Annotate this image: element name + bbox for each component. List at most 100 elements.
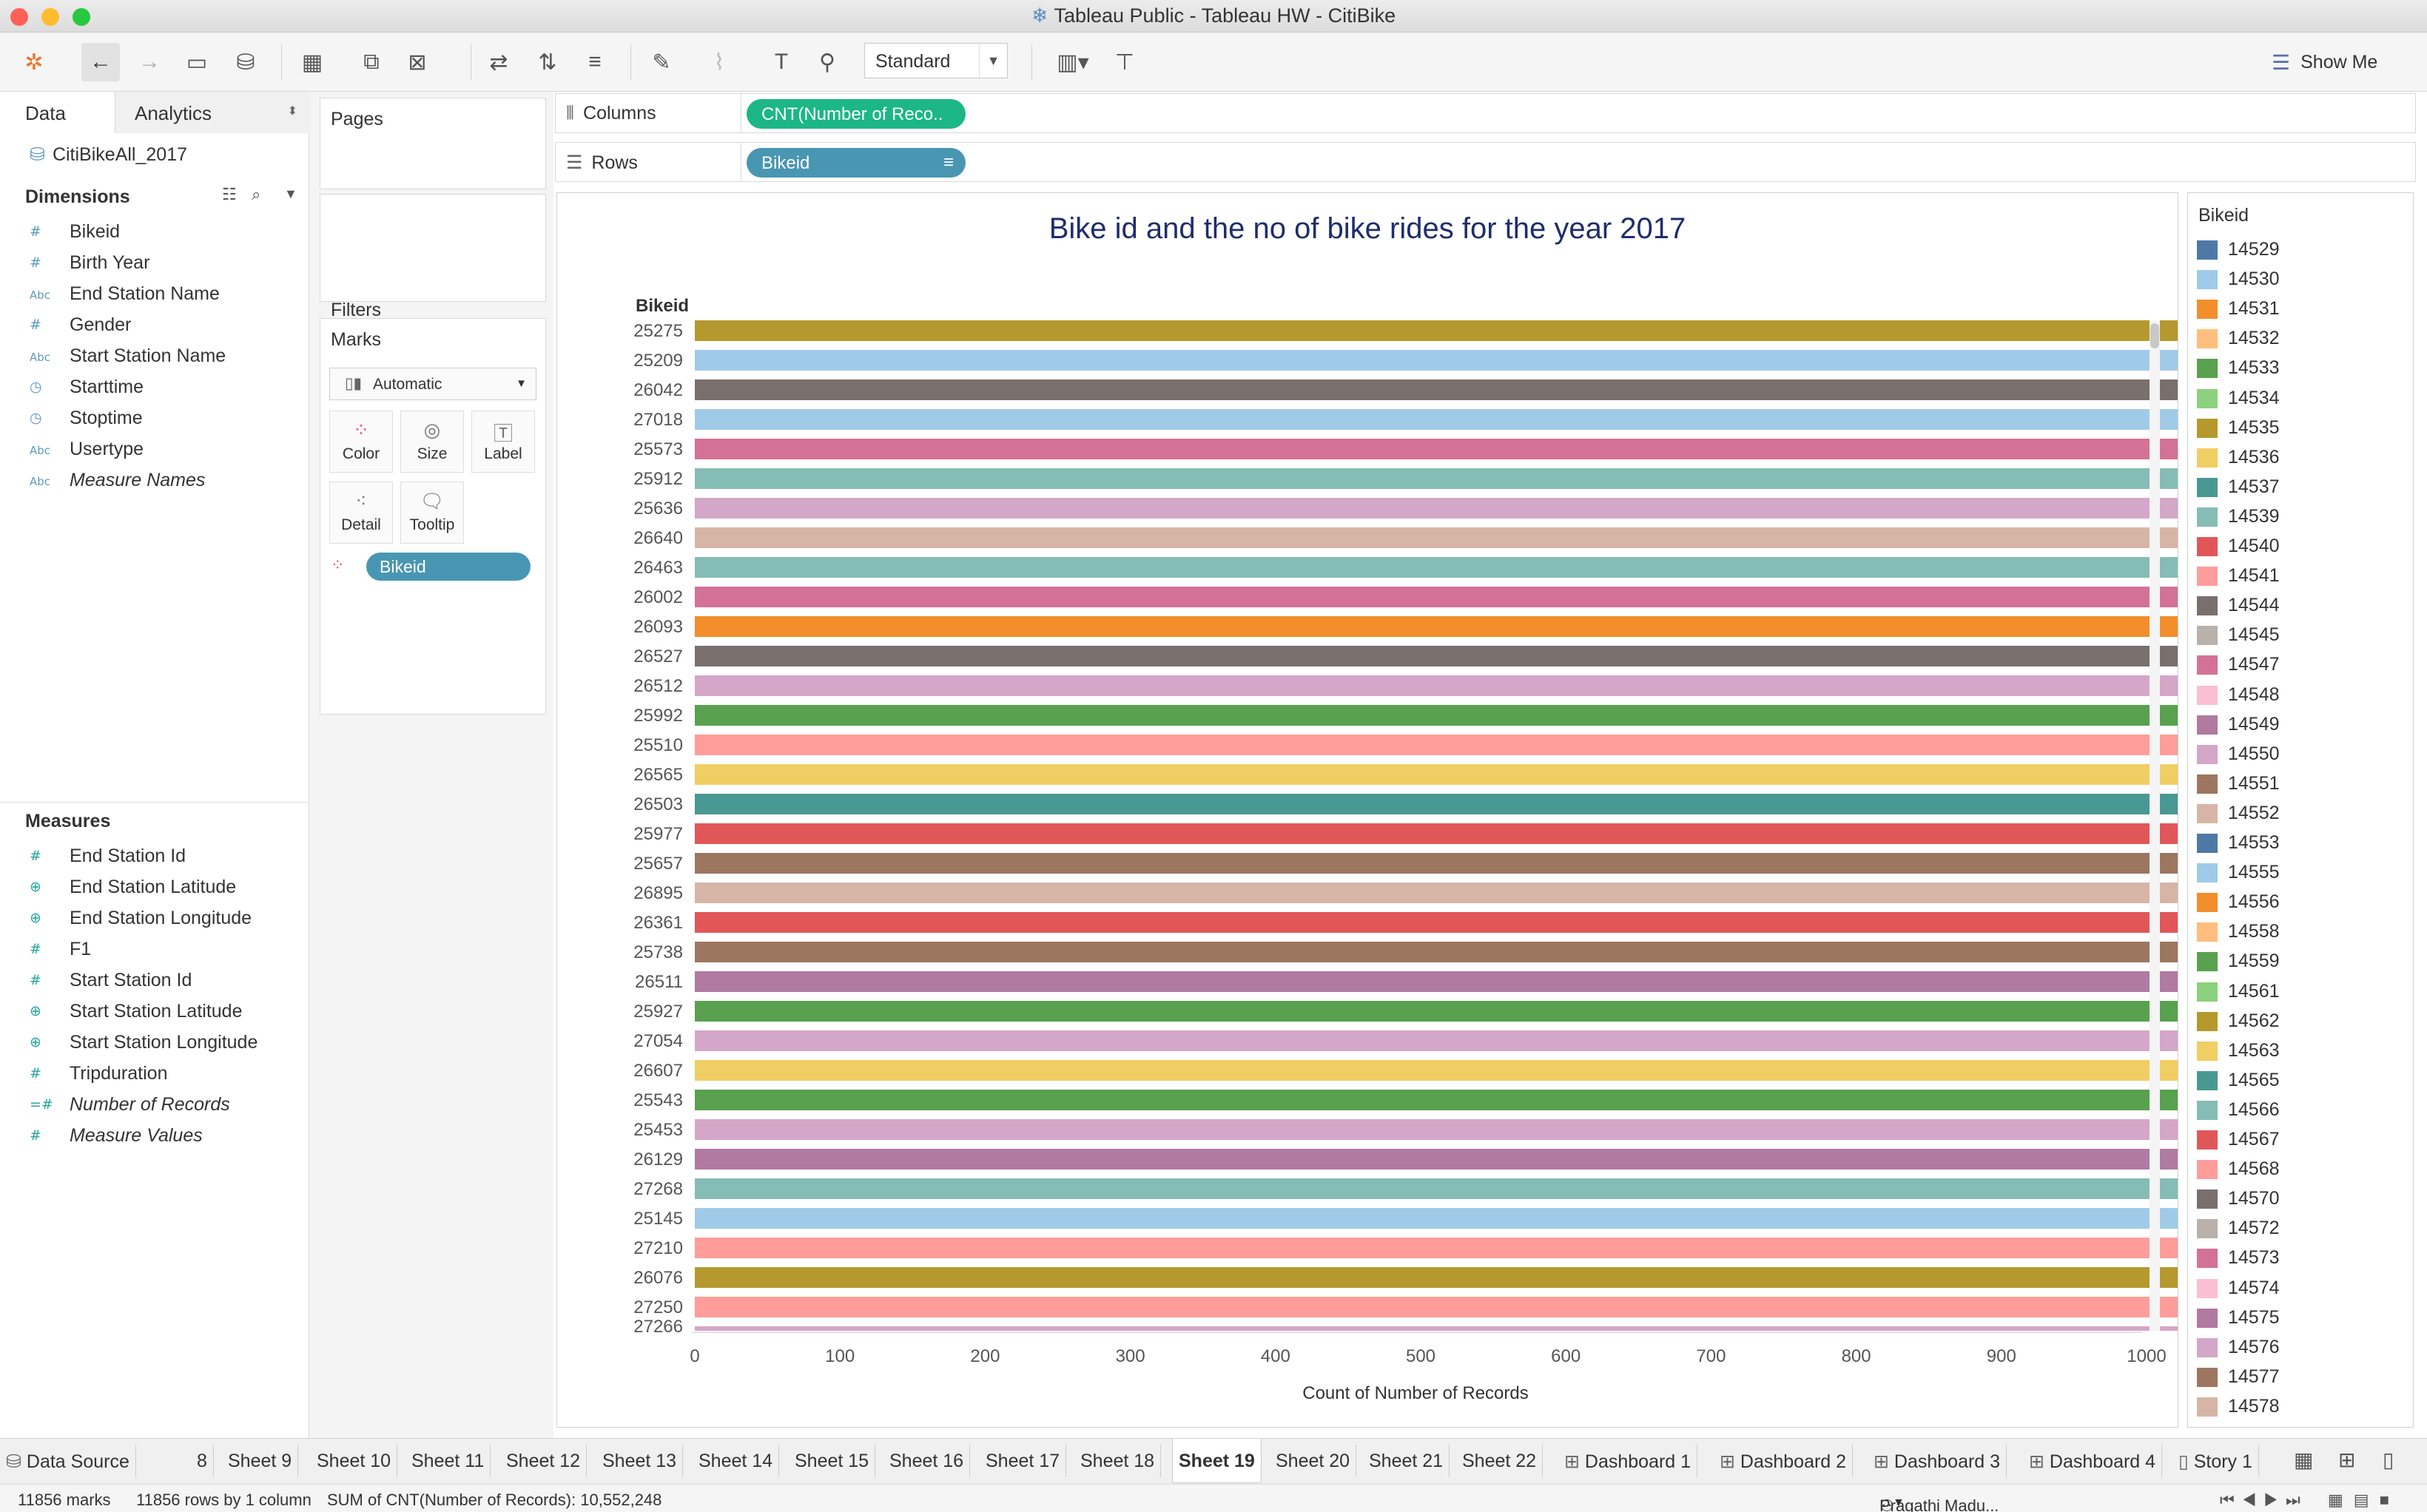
row-label[interactable]: 25738 bbox=[633, 942, 683, 962]
measure-end-station-longitude[interactable]: ⊕ End Station Longitude bbox=[0, 902, 309, 934]
bar[interactable] bbox=[695, 1001, 2178, 1022]
row-label[interactable]: 26042 bbox=[633, 380, 683, 400]
new-worksheet-icon[interactable]: ▦ bbox=[293, 43, 331, 81]
row-label[interactable]: 27054 bbox=[633, 1031, 683, 1051]
save-icon[interactable]: ▭ bbox=[178, 43, 216, 81]
rows-shelf[interactable]: ☰ Rows Bikeid ≡ bbox=[555, 142, 2416, 182]
measure-f1[interactable]: # F1 bbox=[0, 934, 309, 965]
bar[interactable] bbox=[695, 439, 2178, 459]
view-list-icon[interactable]: ☷ bbox=[222, 185, 237, 204]
measure-start-station-id[interactable]: # Start Station Id bbox=[0, 965, 309, 996]
measure-start-station-longitude[interactable]: ⊕ Start Station Longitude bbox=[0, 1027, 309, 1058]
row-label[interactable]: 26361 bbox=[633, 913, 683, 933]
bar[interactable] bbox=[695, 350, 2178, 371]
bar[interactable] bbox=[695, 616, 2178, 637]
color-bikeid-pill[interactable]: Bikeid bbox=[366, 553, 531, 581]
presentation-mode-icon[interactable]: ⊤ bbox=[1105, 43, 1144, 81]
row-label[interactable]: 25209 bbox=[633, 351, 683, 371]
bar[interactable] bbox=[695, 1208, 2178, 1229]
row-label[interactable]: 25510 bbox=[633, 735, 683, 755]
dimension-stoptime[interactable]: ◷ Stoptime bbox=[0, 402, 309, 433]
dimension-bikeid[interactable]: # Bikeid bbox=[0, 216, 309, 247]
bar[interactable] bbox=[695, 942, 2178, 962]
sheet-tab-sheet-14[interactable]: Sheet 14 bbox=[693, 1445, 780, 1477]
fix-axes-icon[interactable]: ⚲ bbox=[808, 43, 846, 81]
bar[interactable] bbox=[695, 705, 2178, 726]
highlight-icon[interactable]: ✎ bbox=[642, 43, 681, 81]
bar[interactable] bbox=[695, 646, 2178, 666]
sheet-tab-dashboard-2[interactable]: ⊞ Dashboard 2 bbox=[1714, 1445, 1854, 1477]
bar[interactable] bbox=[695, 1178, 2178, 1199]
row-label[interactable]: 27268 bbox=[633, 1179, 683, 1199]
sheet-tab-sheet-10[interactable]: Sheet 10 bbox=[311, 1445, 398, 1477]
row-label[interactable]: 26503 bbox=[633, 794, 683, 814]
color-button[interactable]: ⁘ Color bbox=[329, 411, 393, 473]
bar[interactable] bbox=[695, 912, 2178, 933]
dimension-gender[interactable]: # Gender bbox=[0, 309, 309, 340]
bar[interactable] bbox=[695, 853, 2178, 874]
tableau-start-icon[interactable]: ✲ bbox=[15, 43, 53, 81]
sort-ascending-icon[interactable]: ⇅ bbox=[528, 43, 567, 81]
sort-descending-icon[interactable]: ≡ bbox=[576, 43, 614, 81]
bar[interactable] bbox=[695, 971, 2178, 992]
bar[interactable] bbox=[695, 823, 2178, 844]
new-datasource-icon[interactable]: ⛁ bbox=[226, 43, 265, 81]
mark-type-select[interactable]: ▯▮ Automatic ▼ bbox=[329, 368, 536, 400]
row-label[interactable]: 26565 bbox=[633, 765, 683, 785]
fit-select[interactable]: Standard ▼ bbox=[864, 43, 1008, 78]
vertical-scrollbar[interactable] bbox=[2150, 320, 2160, 1331]
new-worksheet-tab-icon[interactable]: ▦ bbox=[2294, 1448, 2313, 1472]
row-label[interactable]: 25275 bbox=[633, 321, 683, 341]
row-label[interactable]: 25912 bbox=[633, 469, 683, 489]
row-label[interactable]: 25657 bbox=[633, 854, 683, 874]
show-me-button[interactable]: ☰ Show Me bbox=[2272, 47, 2377, 77]
clear-sheet-icon[interactable]: ⊠ bbox=[398, 43, 437, 81]
row-label[interactable]: 26895 bbox=[633, 883, 683, 903]
view-mode-icons[interactable]: ▦▤■ bbox=[2328, 1491, 2400, 1510]
measure-start-station-latitude[interactable]: ⊕ Start Station Latitude bbox=[0, 996, 309, 1027]
row-label[interactable]: 26076 bbox=[633, 1268, 683, 1288]
bar[interactable] bbox=[695, 1090, 2178, 1110]
bar[interactable] bbox=[695, 1238, 2178, 1258]
measure-measure-values[interactable]: # Measure Values bbox=[0, 1120, 309, 1151]
dimension-usertype[interactable]: Abc Usertype bbox=[0, 433, 309, 465]
new-story-tab-icon[interactable]: ▯ bbox=[2383, 1448, 2394, 1472]
row-label[interactable]: 26093 bbox=[633, 617, 683, 637]
sheet-navigation-icons[interactable]: ⏮◀▶⏭ bbox=[2220, 1491, 2308, 1510]
sort-descending-icon[interactable]: ≡ bbox=[943, 152, 954, 173]
duplicate-sheet-icon[interactable]: ⧉ bbox=[352, 43, 391, 81]
sheet-tab-sheet-20[interactable]: Sheet 20 bbox=[1270, 1445, 1357, 1477]
row-label[interactable]: 26527 bbox=[633, 647, 683, 666]
detail-button[interactable]: ⁖ Detail bbox=[329, 482, 393, 544]
sheet-tab-sheet-18[interactable]: Sheet 18 bbox=[1074, 1445, 1162, 1477]
row-label[interactable]: 25992 bbox=[633, 706, 683, 726]
scrollbar-thumb[interactable] bbox=[2150, 323, 2159, 348]
row-label[interactable]: 26511 bbox=[635, 972, 683, 992]
datasource-item[interactable]: ⛁ CitiBikeAll_2017 bbox=[30, 144, 187, 166]
row-label[interactable]: 26640 bbox=[633, 528, 683, 548]
row-label[interactable]: 27210 bbox=[633, 1238, 683, 1258]
row-label[interactable]: 27250 bbox=[633, 1297, 683, 1317]
dimension-starttime[interactable]: ◷ Starttime bbox=[0, 371, 309, 402]
filters-shelf[interactable]: Filters bbox=[320, 194, 546, 320]
row-label[interactable]: 26512 bbox=[633, 676, 683, 696]
tab-data[interactable]: Data bbox=[0, 92, 115, 133]
measure-end-station-latitude[interactable]: ⊕ End Station Latitude bbox=[0, 871, 309, 902]
bar-partial[interactable] bbox=[695, 1326, 2178, 1331]
row-label[interactable]: 26607 bbox=[633, 1061, 683, 1081]
dimension-start-station-name[interactable]: Abc Start Station Name bbox=[0, 340, 309, 371]
sheet-tab-sheet-11[interactable]: Sheet 11 bbox=[405, 1445, 491, 1477]
bar[interactable] bbox=[695, 1060, 2178, 1081]
bar[interactable] bbox=[695, 1149, 2178, 1170]
sheet-tab-sheet-9[interactable]: Sheet 9 bbox=[222, 1445, 299, 1477]
sheet-tab-dashboard-1[interactable]: ⊞ Dashboard 1 bbox=[1558, 1445, 1698, 1477]
swap-rows-columns-icon[interactable]: ⇄ bbox=[479, 43, 518, 81]
row-label[interactable]: 25927 bbox=[633, 1002, 683, 1022]
bar[interactable] bbox=[695, 587, 2178, 607]
undo-icon[interactable]: ← bbox=[81, 43, 120, 81]
bar[interactable] bbox=[695, 1119, 2178, 1140]
sheet-tab-story-1[interactable]: ▯ Story 1 bbox=[2172, 1445, 2259, 1477]
pages-shelf[interactable]: Pages bbox=[320, 98, 546, 189]
bar[interactable] bbox=[695, 735, 2178, 755]
measure-end-station-id[interactable]: # End Station Id bbox=[0, 840, 309, 871]
